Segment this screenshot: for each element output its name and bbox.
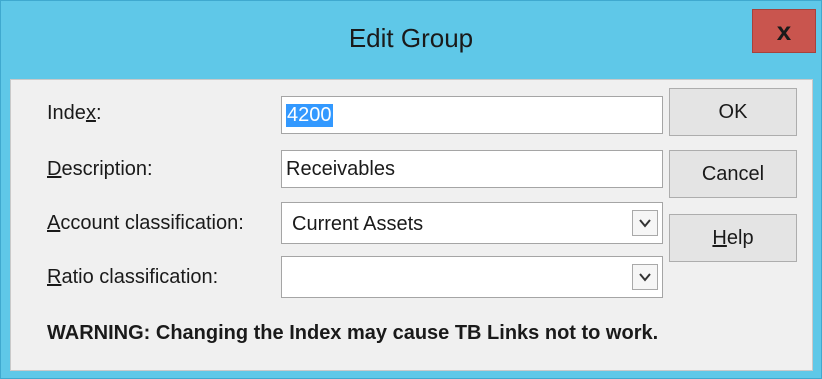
description-value: Receivables [286,158,395,180]
dialog-body: Index: 4200 Description: Receivables Acc… [10,79,813,371]
account-classification-label: Account classification: [47,212,244,235]
description-label-text: escription: [61,158,153,180]
ok-button-label: OK [718,100,748,123]
account-classification-dropdown-button[interactable] [632,210,658,236]
ratio-classification-label-accesskey: R [47,266,62,288]
description-label-accesskey: D [47,158,62,180]
help-button-accesskey: H [712,226,727,249]
close-icon: x [776,15,792,46]
close-button[interactable]: x [752,9,816,53]
index-value: 4200 [286,104,333,127]
ratio-classification-dropdown-button[interactable] [632,264,658,290]
ratio-classification-label: Ratio classification: [47,266,218,289]
chevron-down-icon [639,219,651,228]
warning-message: WARNING: Changing the Index may cause TB… [47,322,659,344]
chevron-down-icon [639,273,651,282]
cancel-button-label: Cancel [701,162,765,185]
account-classification-label-accesskey: A [47,212,61,234]
index-label-colon: : [95,102,102,124]
index-label: Index: [47,102,102,125]
dialog-title: Edit Group [348,23,474,53]
ratio-classification-label-text: atio classification: [61,266,219,288]
cancel-button[interactable]: Cancel [669,150,797,198]
description-label: Description: [47,158,153,181]
account-classification-value: Current Assets [292,213,424,235]
account-classification-label-text: ccount classification: [60,212,244,234]
description-input[interactable]: Receivables [281,150,663,188]
ratio-classification-select[interactable] [281,256,663,298]
title-bar[interactable]: Edit Group x [1,1,821,79]
index-label-accesskey: x [85,102,96,124]
index-label-text: Inde [47,102,86,124]
index-input[interactable]: 4200 [281,96,663,134]
ok-button[interactable]: OK [669,88,797,136]
help-button-label: Help [712,227,753,250]
edit-group-dialog: Edit Group x Index: 4200 Description: Re… [0,0,822,379]
help-button[interactable]: Help [669,214,797,262]
account-classification-select[interactable]: Current Assets [281,202,663,244]
help-button-text: elp [726,226,754,249]
